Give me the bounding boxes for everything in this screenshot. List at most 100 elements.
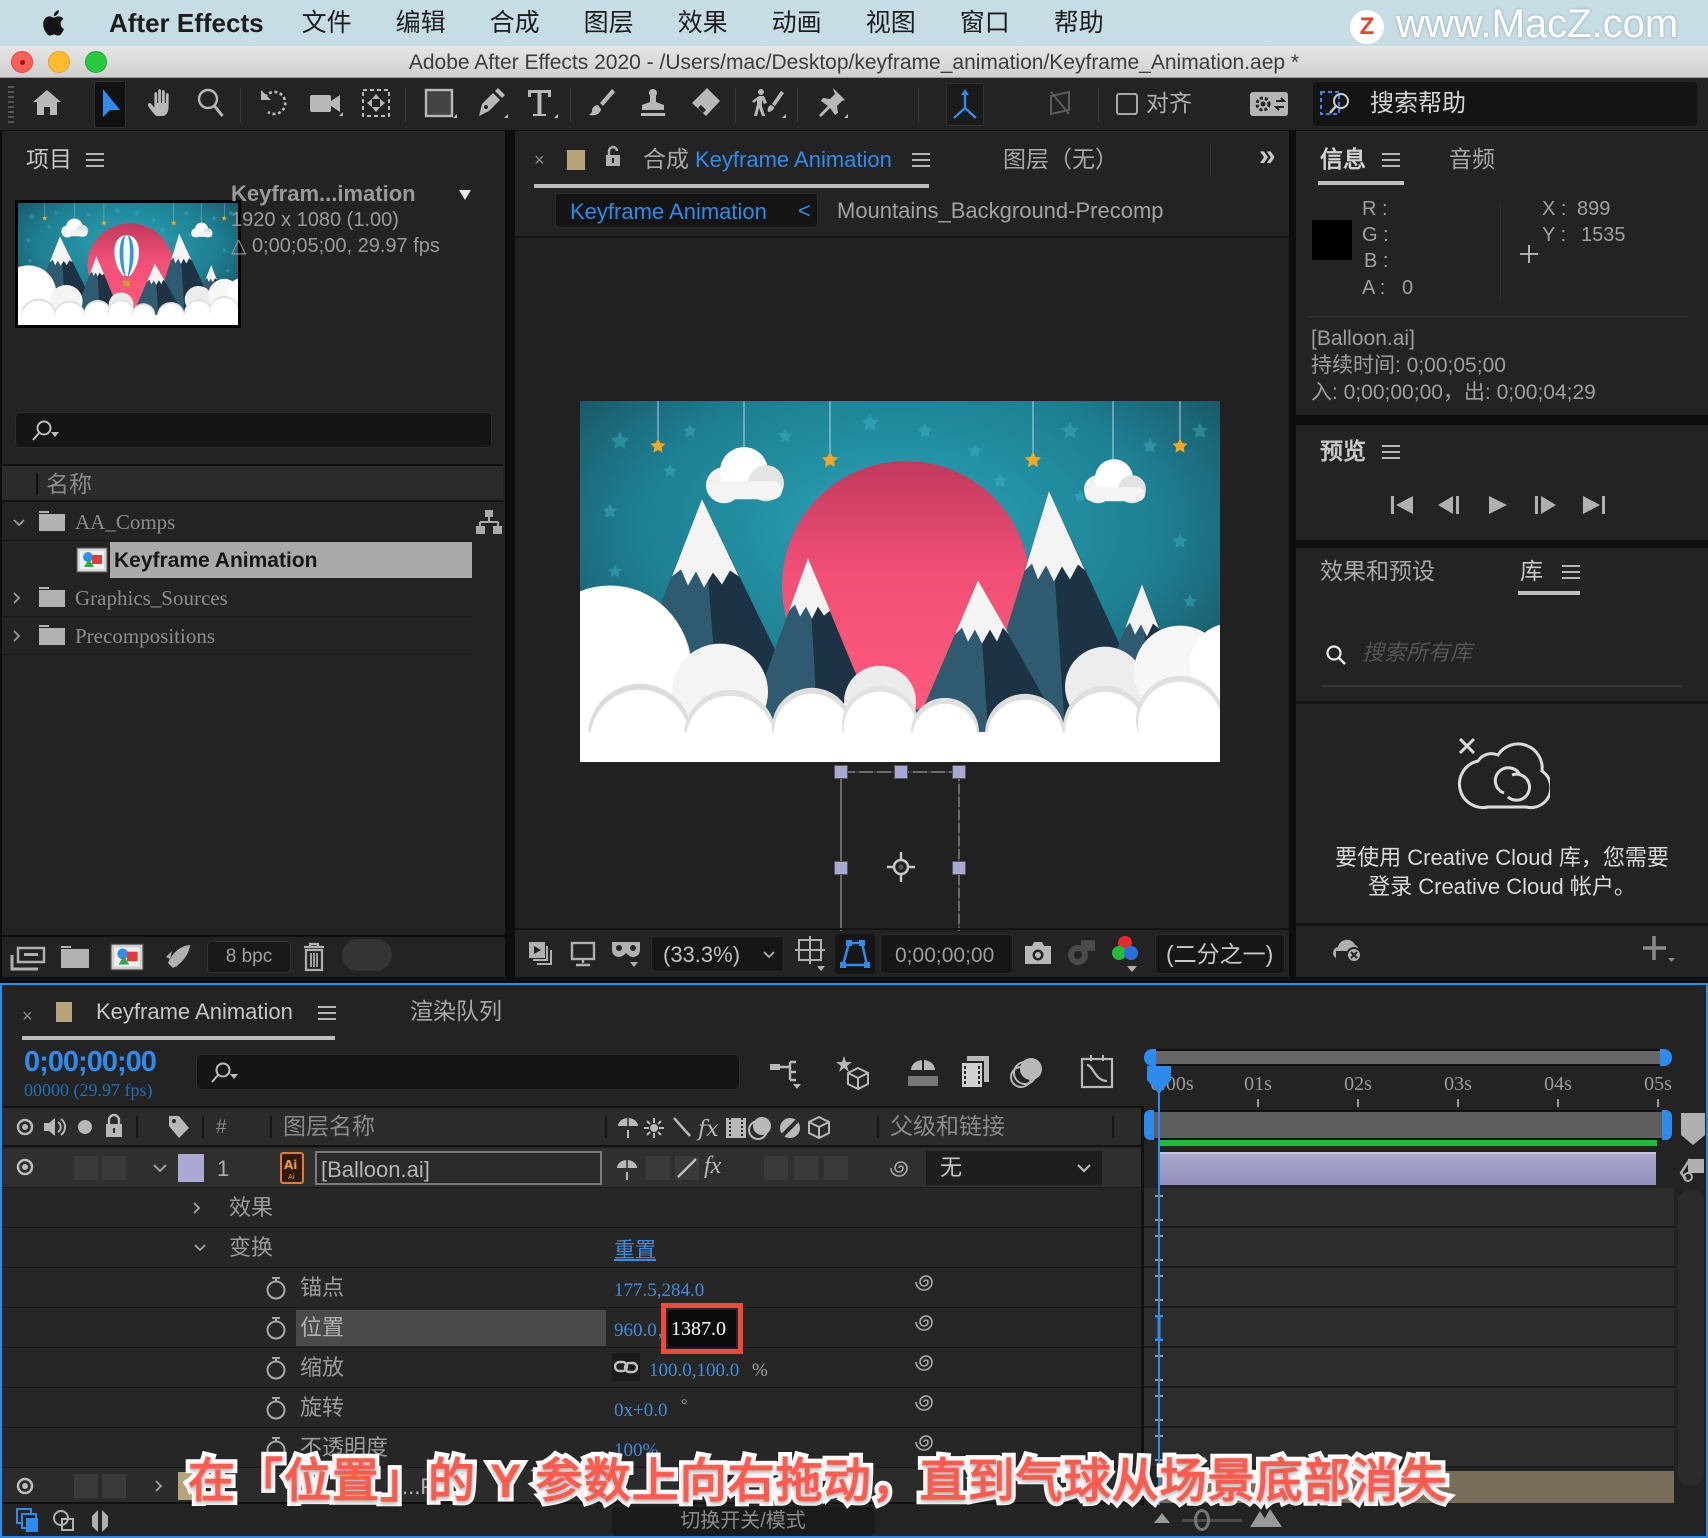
home-icon[interactable] — [29, 85, 65, 121]
column-name-header[interactable]: 名称 — [46, 473, 92, 496]
hand-tool-icon[interactable] — [143, 85, 179, 121]
time-navigator-start-handle[interactable] — [1144, 1049, 1156, 1066]
layer-row[interactable]: 1 Ai Ai [Balloon.ai] fx 无 — [2, 1148, 1141, 1188]
tab-libraries[interactable]: 库 — [1520, 560, 1543, 583]
composition-viewer[interactable] — [515, 236, 1289, 931]
shy-switch-icon[interactable] — [614, 1156, 640, 1180]
transform-handle-top-left[interactable] — [834, 765, 848, 779]
property-row-effects[interactable]: 效果 — [2, 1188, 1141, 1228]
collapse-switch[interactable] — [646, 1156, 670, 1180]
local-axis-mode-button[interactable] — [946, 83, 984, 126]
comp-panel-menu-icon[interactable] — [912, 153, 930, 167]
stopwatch-icon[interactable] — [264, 1395, 288, 1421]
add-library-icon[interactable] — [1642, 934, 1676, 964]
effect-switch-icon[interactable]: fx — [704, 1154, 721, 1178]
column-number-header[interactable]: # — [216, 1118, 227, 1137]
solo-switch[interactable] — [74, 1474, 98, 1498]
tab-audio[interactable]: 音频 — [1449, 148, 1495, 171]
type-tool-icon[interactable] — [522, 85, 558, 121]
draft-3d-icon[interactable] — [836, 1054, 872, 1090]
in-out-toggle-icon[interactable] — [88, 1508, 112, 1534]
time-navigator-bar[interactable] — [1144, 1049, 1672, 1066]
preview-panel-title[interactable]: 预览 — [1320, 440, 1366, 463]
layer-name-field[interactable]: [Balloon.ai] — [315, 1151, 602, 1185]
chevron-down-icon[interactable] — [12, 518, 26, 528]
workspace-settings-button[interactable] — [1250, 92, 1288, 116]
expression-pick-whip-icon[interactable] — [914, 1270, 938, 1294]
color-channels-icon[interactable] — [1109, 934, 1141, 974]
playhead-line[interactable] — [1158, 1081, 1160, 1505]
pan-behind-tool-icon[interactable] — [358, 85, 394, 121]
layer-label-color[interactable] — [178, 1154, 204, 1182]
clone-stamp-tool-icon[interactable] — [635, 85, 671, 121]
solo-header-icon[interactable] — [78, 1120, 92, 1134]
preview-panel-menu-icon[interactable] — [1382, 445, 1400, 459]
lock-header-icon[interactable] — [104, 1113, 124, 1139]
chevron-right-icon[interactable] — [154, 1479, 164, 1493]
resolution-dropdown[interactable]: (二分之一) — [1155, 934, 1285, 974]
grid-guides-icon[interactable] — [795, 936, 827, 972]
search-help-field[interactable]: 搜索帮助 — [1313, 82, 1697, 126]
motion-blur-icon[interactable] — [1009, 1054, 1045, 1090]
rectangle-tool-icon[interactable] — [421, 85, 457, 121]
chevron-down-icon[interactable] — [152, 1163, 168, 1175]
playhead-handle[interactable] — [1146, 1065, 1172, 1095]
tree-item-precompositions[interactable]: Precompositions — [2, 617, 472, 655]
menu-app-name[interactable]: After Effects — [109, 0, 264, 46]
camera-tool-icon[interactable] — [307, 85, 343, 121]
roto-brush-tool-icon[interactable] — [750, 85, 786, 121]
menu-file[interactable]: 文件 — [302, 0, 352, 46]
project-panel-title[interactable]: 项目 — [26, 148, 72, 171]
breadcrumb-current[interactable]: Keyframe Animation < — [555, 193, 818, 228]
frame-blending-icon[interactable] — [957, 1054, 993, 1090]
magnification-dropdown[interactable]: (33.3%) — [651, 936, 784, 972]
project-panel-menu-icon[interactable] — [86, 153, 104, 167]
layer-duration-bar[interactable] — [1160, 1152, 1656, 1185]
bit-depth-button[interactable]: 8 bpc — [207, 941, 291, 973]
zoom-out-time-icon[interactable] — [1152, 1511, 1172, 1525]
property-row-position[interactable]: 位置 960.0 , — [2, 1308, 1141, 1348]
menu-help[interactable]: 帮助 — [1054, 0, 1104, 46]
snapshot-camera-icon[interactable] — [1023, 940, 1053, 966]
expression-pick-whip-icon[interactable] — [914, 1350, 938, 1374]
apple-icon[interactable] — [40, 7, 70, 39]
project-search-input[interactable] — [15, 412, 492, 448]
pick-whip-icon[interactable] — [889, 1156, 913, 1180]
composition-mini-flowchart-icon[interactable] — [768, 1056, 804, 1090]
solo-switch[interactable] — [74, 1156, 98, 1180]
property-row-rotation[interactable]: 旋转 0x+0.0 ° — [2, 1388, 1141, 1428]
monitor-icon[interactable] — [569, 940, 597, 968]
zoom-in-time-icon[interactable] — [1248, 1507, 1284, 1529]
align-label[interactable]: 对齐 — [1146, 92, 1192, 115]
timeline-panel-menu-icon[interactable] — [318, 1006, 336, 1020]
stopwatch-icon[interactable] — [264, 1315, 288, 1341]
composition-flowchart-button[interactable] — [1678, 1155, 1706, 1183]
project-item-name[interactable]: Keyfram...imation — [231, 183, 416, 205]
menu-animation[interactable]: 动画 — [772, 0, 822, 46]
property-row-scale[interactable]: 缩放 100.0,100.0 % — [2, 1348, 1141, 1388]
quality-switch-icon[interactable] — [675, 1156, 699, 1180]
eraser-tool-icon[interactable] — [687, 85, 723, 121]
chevron-right-icon[interactable] — [192, 1201, 202, 1215]
constrain-proportions-button[interactable] — [612, 1353, 640, 1381]
transform-handle-middle-right[interactable] — [952, 861, 966, 875]
menu-composition[interactable]: 合成 — [490, 0, 540, 46]
column-resize-handle[interactable] — [36, 473, 38, 495]
menu-edit[interactable]: 编辑 — [396, 0, 446, 46]
lock-open-icon[interactable] — [604, 145, 622, 169]
lock-switch[interactable] — [102, 1156, 126, 1180]
comp-marker-bin-icon[interactable] — [1680, 1112, 1706, 1146]
more-tabs-icon[interactable]: » — [1259, 141, 1276, 171]
column-layer-name-header[interactable]: 图层名称 — [283, 1115, 375, 1138]
time-zoom-slider[interactable] — [1182, 1519, 1242, 1522]
menu-view[interactable]: 视图 — [866, 0, 916, 46]
composition-tab[interactable]: × 合成 Keyframe Animation — [515, 131, 935, 189]
chevron-right-icon[interactable] — [12, 591, 22, 605]
property-row-anchor-point[interactable]: 锚点 177.5,284.0 — [2, 1268, 1141, 1308]
stopwatch-icon[interactable] — [264, 1275, 288, 1301]
layer-switches-toggle-icon[interactable] — [16, 1508, 40, 1534]
current-time-display[interactable]: 0;00;00;00 — [880, 934, 1013, 974]
brush-tool-icon[interactable] — [584, 85, 620, 121]
menu-effect[interactable]: 效果 — [678, 0, 728, 46]
column-parent-header[interactable]: 父级和链接 — [890, 1115, 1005, 1138]
